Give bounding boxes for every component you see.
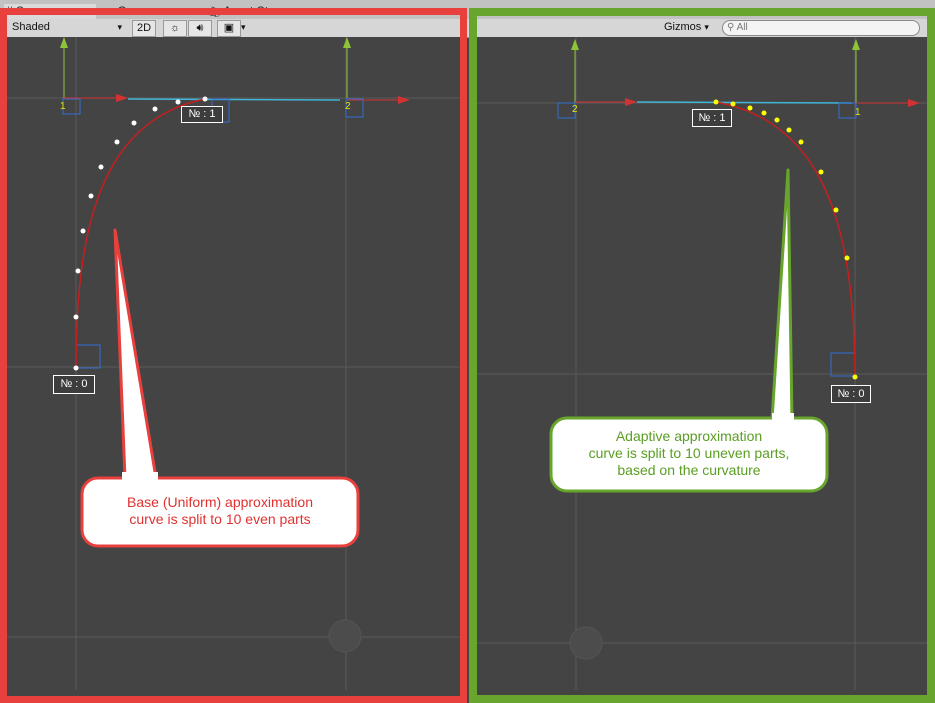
right-node-label-1: № : 1 — [692, 109, 732, 127]
right-axis-label-end: 1 — [855, 107, 861, 118]
right-callout-line1: Adaptive approximation — [615, 428, 763, 444]
left-panel-frame — [0, 8, 467, 703]
right-callout-text: Adaptive approximation curve is split to… — [553, 428, 825, 479]
left-callout-text: Base (Uniform) approximation curve is sp… — [84, 494, 356, 528]
left-callout-line1: Base (Uniform) approximation — [127, 494, 313, 510]
left-node-label-1: № : 1 — [181, 106, 223, 123]
right-callout-line3: based on the curvature — [617, 462, 761, 478]
left-node-label-0: № : 0 — [53, 375, 95, 394]
left-axis-label-end: 2 — [345, 101, 351, 112]
left-callout-line2: curve is split to 10 even parts — [129, 511, 311, 527]
right-axis-label-start: 2 — [572, 104, 578, 115]
right-node-label-0: № : 0 — [831, 385, 871, 403]
left-axis-label-start: 1 — [60, 101, 66, 112]
right-callout-line2: curve is split to 10 uneven parts, — [588, 445, 790, 461]
